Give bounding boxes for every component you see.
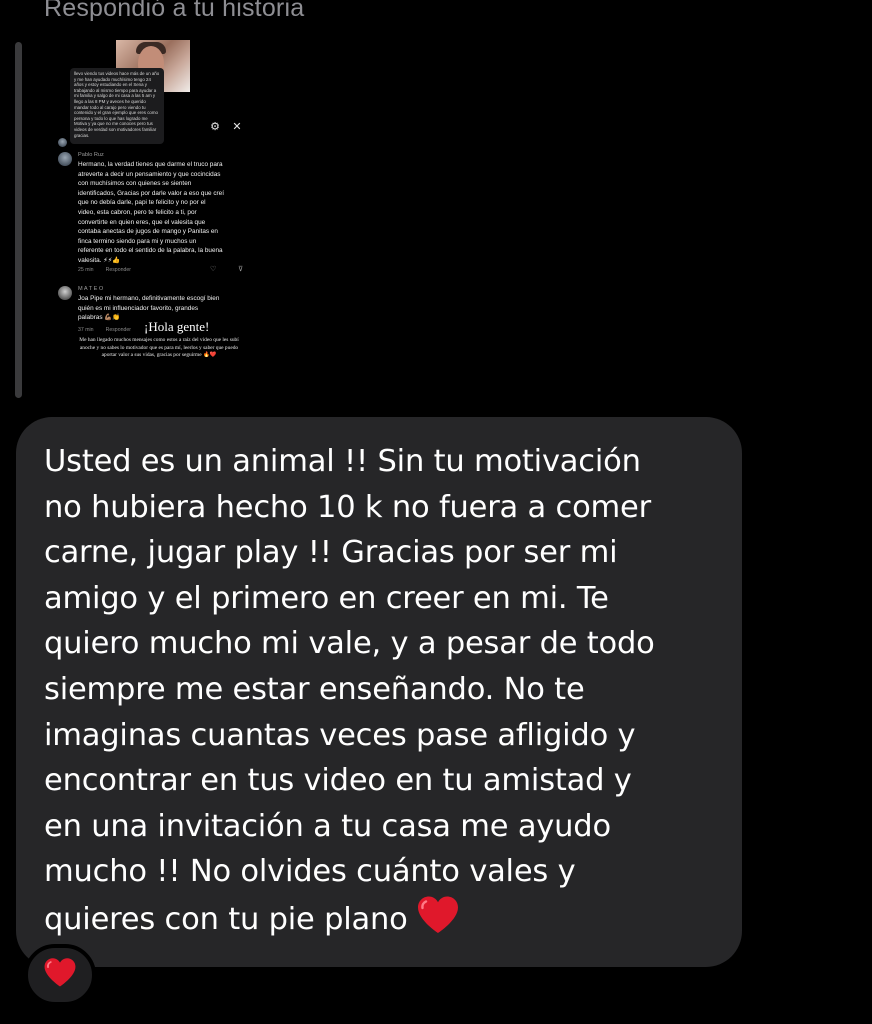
story-icons: ⚙ ✕ xyxy=(210,121,242,133)
comment-line: quién es mi influenciador favorito, gran… xyxy=(78,304,199,312)
comment-username: Pablo Ruz xyxy=(78,152,104,158)
message-bubble[interactable]: Usted es un animal !! Sin tu motivación … xyxy=(16,417,742,967)
red-heart-icon xyxy=(43,957,77,993)
comment-line: contaba anectas de jugos de mango y Pani… xyxy=(78,228,218,236)
comment-line: con muchísimos con quienes se sienten xyxy=(78,180,192,188)
comment-meta: 25 min Responder xyxy=(78,267,131,273)
reaction-badge[interactable] xyxy=(24,944,96,1006)
comment-line: que no debía darle, papi te felicito y n… xyxy=(78,199,206,207)
quote-bar xyxy=(15,42,22,398)
comment-text: Hermano, la verdad tienes que darme el t… xyxy=(78,160,262,266)
story-tooltip: llevo viendo tus videos hace más de un a… xyxy=(70,68,164,144)
comment-username: M A T E O xyxy=(78,286,104,292)
comment-line: finca termino siendo para mi y muchos un xyxy=(78,237,197,245)
story-thumbnail[interactable]: llevo viendo tus videos hace más de un a… xyxy=(54,38,262,374)
story-caption: Me han llegado muchos mensajes como esto… xyxy=(79,337,239,359)
comment-meta: 37 min Responder xyxy=(78,327,131,333)
comment-line: atreverte a decir un pensamiento y que c… xyxy=(78,170,221,178)
reply-header-label: Respondió a tu historia xyxy=(44,0,305,22)
message-text-container: Usted es un animal !! Sin tu motivación … xyxy=(44,439,722,949)
heart-outline-icon[interactable]: ♡ xyxy=(210,265,216,273)
comment-line: video, esta cabron, pero te felicito a t… xyxy=(78,208,197,216)
comment-avatar xyxy=(58,152,72,166)
comment-line: valesita. ⚡⚡👍 xyxy=(78,256,121,264)
avatar xyxy=(58,138,67,147)
message-text: Usted es un animal !! Sin tu motivación … xyxy=(44,444,655,937)
comment-time: 25 min xyxy=(78,267,94,273)
comment-time: 37 min xyxy=(78,327,94,333)
story-heading: ¡Hola gente! xyxy=(144,319,210,334)
close-icon: ✕ xyxy=(232,121,242,133)
comment-line: Hermano, la verdad tienes que darme el t… xyxy=(78,161,223,168)
comment-line: convertirte en quien eres, que el valesi… xyxy=(78,218,206,226)
comment-reply-button[interactable]: Responder xyxy=(106,327,131,333)
comment-avatar xyxy=(58,286,72,300)
sliders-icon: ⚙ xyxy=(210,121,220,133)
comment-line: referente en todo el sentido de la palab… xyxy=(78,247,223,255)
dislike-icon[interactable]: ⊽ xyxy=(238,265,243,273)
comment-reply-button[interactable]: Responder xyxy=(106,267,131,273)
comment-line: identificados, Gracias por darle valor a… xyxy=(78,189,224,197)
red-heart-icon xyxy=(416,895,460,949)
comment-line: Joa Pipe mi hermano, definitivamente esc… xyxy=(78,295,220,302)
